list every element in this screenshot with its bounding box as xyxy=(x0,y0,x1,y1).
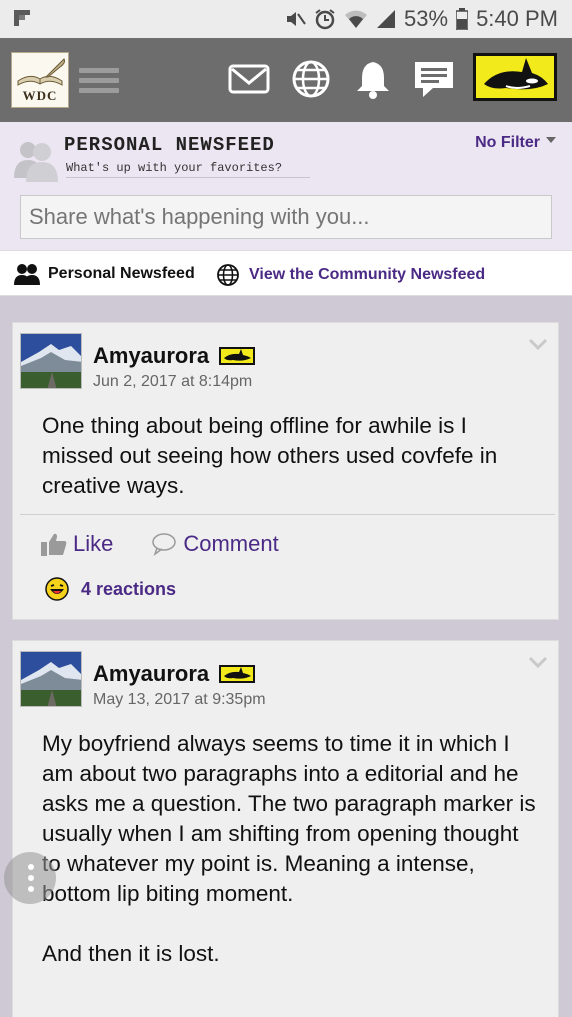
orca-badge-icon xyxy=(219,347,256,365)
bell-icon[interactable] xyxy=(350,56,396,102)
page-title: PERSONAL NEWSFEED xyxy=(64,134,275,156)
author-avatar[interactable] xyxy=(20,333,82,389)
user-placeholder-icon xyxy=(14,142,58,182)
battery-icon xyxy=(456,8,469,30)
orca-badge-icon[interactable] xyxy=(473,53,557,101)
post-body: My boyfriend always seems to time it in … xyxy=(42,729,538,969)
alarm-icon xyxy=(315,9,335,30)
newsfeed-post: Amyaurora Jun 2, 2017 at 8:14pm One thin… xyxy=(12,322,559,620)
post-paragraph: And then it is lost. xyxy=(42,941,220,966)
status-bar: 53% 5:40 PM xyxy=(0,0,572,38)
newsfeed-tabs: Personal Newsfeed View the Community New… xyxy=(0,250,572,296)
mail-icon[interactable] xyxy=(226,56,272,102)
filter-label: No Filter xyxy=(475,134,540,151)
signal-icon xyxy=(377,10,396,28)
chat-icon[interactable] xyxy=(411,56,457,102)
author-name[interactable]: Amyaurora xyxy=(93,661,209,687)
battery-percent: 53% xyxy=(404,6,449,31)
share-input[interactable] xyxy=(20,195,552,239)
post-actions: Like Comment xyxy=(41,531,317,557)
comment-bubble-icon xyxy=(152,533,177,556)
post-paragraph: My boyfriend always seems to time it in … xyxy=(42,731,536,906)
logo-text: WDC xyxy=(22,88,58,103)
comment-button[interactable]: Comment xyxy=(151,531,279,557)
orca-badge-icon xyxy=(219,665,256,683)
more-options-button[interactable] xyxy=(4,852,56,904)
author-name[interactable]: Amyaurora xyxy=(93,343,209,369)
tab-personal-label: Personal Newsfeed xyxy=(48,265,195,282)
caret-down-icon xyxy=(546,137,556,143)
chevron-down-icon[interactable] xyxy=(528,337,548,351)
wdc-logo[interactable]: WDC xyxy=(11,52,69,108)
post-body: One thing about being offline for awhile… xyxy=(42,413,498,498)
book-quill-icon xyxy=(17,58,65,86)
newsfeed-post: Amyaurora May 13, 2017 at 9:35pm My boyf… xyxy=(12,640,559,1017)
flipboard-icon xyxy=(14,10,30,26)
reactions-summary[interactable]: 4 reactions xyxy=(45,577,176,601)
tab-community-newsfeed[interactable]: View the Community Newsfeed xyxy=(216,263,485,287)
tab-personal-newsfeed[interactable]: Personal Newsfeed xyxy=(14,263,195,285)
tab-community-label: View the Community Newsfeed xyxy=(249,266,486,283)
clock-time: 5:40 PM xyxy=(476,6,558,31)
post-timestamp: Jun 2, 2017 at 8:14pm xyxy=(93,373,253,390)
menu-icon[interactable] xyxy=(79,68,119,94)
like-button[interactable]: Like xyxy=(41,531,113,557)
thumbs-up-icon xyxy=(41,533,67,556)
divider xyxy=(20,514,555,515)
wifi-icon xyxy=(345,10,368,28)
app-header: WDC xyxy=(0,38,572,122)
comment-label: Comment xyxy=(183,531,279,556)
globe-icon[interactable] xyxy=(288,56,334,102)
reactions-count: 4 reactions xyxy=(81,578,177,599)
laughing-emoji-icon xyxy=(45,577,69,601)
page-subtitle: What's up with your favorites? xyxy=(66,161,310,178)
people-icon xyxy=(14,264,40,285)
author-avatar[interactable] xyxy=(20,651,82,707)
like-label: Like xyxy=(73,531,114,556)
mute-icon xyxy=(287,12,306,26)
author-name-row: Amyaurora xyxy=(93,343,256,369)
globe-icon xyxy=(217,264,239,286)
post-timestamp: May 13, 2017 at 9:35pm xyxy=(93,691,266,708)
author-name-row: Amyaurora xyxy=(93,661,256,687)
chevron-down-icon[interactable] xyxy=(528,655,548,669)
filter-dropdown[interactable]: No Filter xyxy=(475,134,556,152)
